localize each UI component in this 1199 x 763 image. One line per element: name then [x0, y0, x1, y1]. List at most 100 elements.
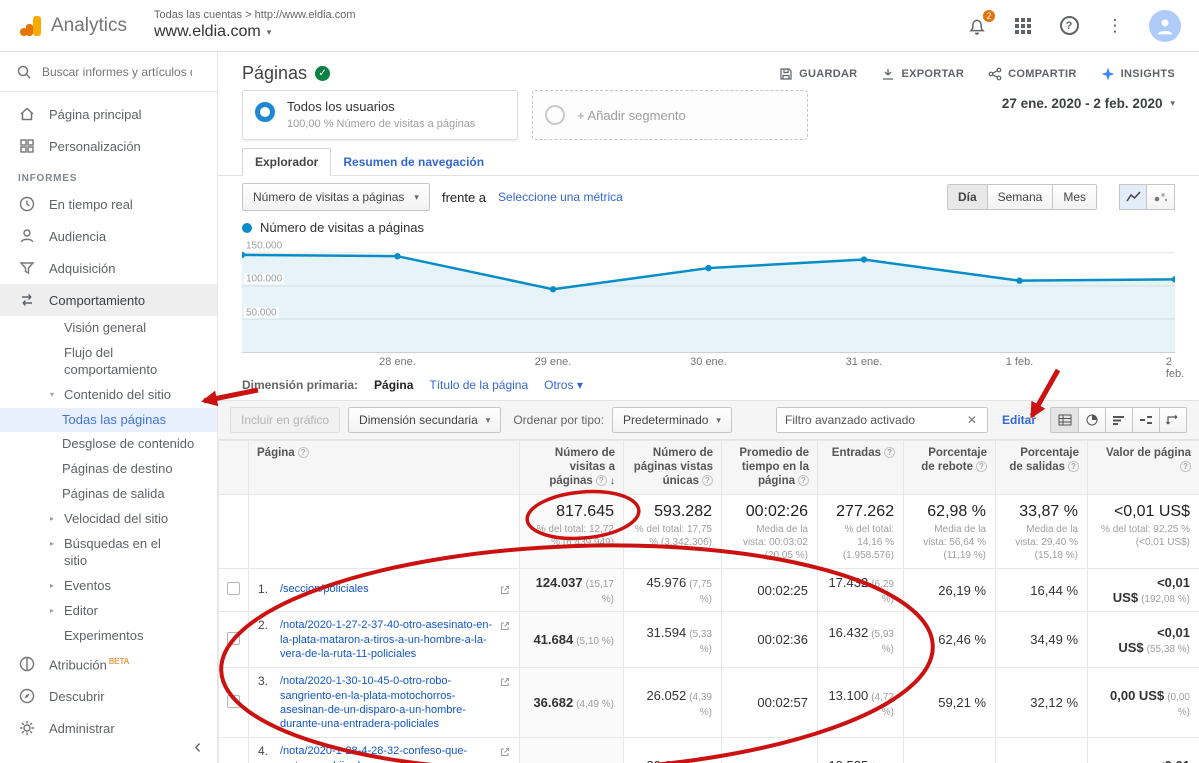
- granularity-week[interactable]: Semana: [988, 184, 1054, 210]
- pageviews-pct: (5,10 %): [576, 636, 614, 647]
- sidebar-item-publisher[interactable]: ▸Editor: [0, 599, 217, 624]
- select-metric-link[interactable]: Seleccione una métrica: [498, 190, 623, 204]
- secondary-dimension-dropdown[interactable]: Dimensión secundaria ▾: [348, 407, 501, 433]
- sidebar-item-label: Personalización: [49, 139, 141, 154]
- sidebar-item-site-search[interactable]: ▸Búsquedas en el sitio: [0, 532, 217, 574]
- sidebar-item-behavior[interactable]: Comportamiento: [0, 284, 217, 316]
- advanced-filter-box[interactable]: Filtro avanzado activado ✕: [776, 407, 988, 433]
- line-chart-button[interactable]: [1119, 184, 1147, 210]
- export-button[interactable]: EXPORTAR: [881, 67, 964, 81]
- external-link-icon[interactable]: [500, 583, 510, 598]
- breadcrumb[interactable]: Todas las cuentas > http://www.eldia.com: [154, 8, 356, 22]
- help-icon: ?: [798, 475, 809, 486]
- segment-all-users[interactable]: Todos los usuarios 100,00 % Número de vi…: [242, 90, 518, 140]
- sidebar-collapse-button[interactable]: ‹: [194, 736, 201, 759]
- sidebar-item-exit-pages[interactable]: Páginas de salida: [0, 482, 217, 507]
- metric-dropdown[interactable]: Número de visitas a páginas ▾: [242, 183, 430, 211]
- sort-type-dropdown[interactable]: Predeterminado ▾: [612, 407, 732, 433]
- breadcrumb-accounts[interactable]: Todas las cuentas: [154, 9, 242, 21]
- table-row[interactable]: 3. /nota/2020-1-30-10-45-0-otro-robo-san…: [219, 668, 1199, 738]
- sidebar-item-behavior-flow[interactable]: Flujo del comportamiento: [0, 341, 217, 383]
- row-checkbox[interactable]: [227, 632, 240, 645]
- insights-button[interactable]: INSIGHTS: [1101, 67, 1175, 81]
- view-percentage-button[interactable]: [1078, 408, 1105, 432]
- traffic-line-chart[interactable]: 50.000100.000150.000: [242, 243, 1175, 353]
- dimension-other[interactable]: Otros ▾: [544, 378, 583, 392]
- chevron-collapsed-icon: ▸: [50, 514, 59, 528]
- external-link-icon[interactable]: [500, 675, 510, 690]
- property-selector[interactable]: www.eldia.com ▾: [154, 22, 356, 43]
- apps-grid-button[interactable]: [1011, 14, 1035, 38]
- add-segment-button[interactable]: + Añadir segmento: [532, 90, 808, 140]
- account-block: Todas las cuentas > http://www.eldia.com…: [154, 8, 356, 43]
- column-header-page[interactable]: Página?: [249, 441, 520, 495]
- help-button[interactable]: ?: [1057, 14, 1081, 38]
- table-row[interactable]: 2. /nota/2020-1-27-2-37-40-otro-asesinat…: [219, 612, 1199, 668]
- view-pivot-button[interactable]: [1159, 408, 1186, 432]
- spacer: [50, 323, 59, 337]
- column-header-pageviews[interactable]: Número de visitas a páginas? ↓: [520, 441, 624, 495]
- tab-explorer[interactable]: Explorador: [242, 148, 331, 176]
- notifications-button[interactable]: 2: [965, 14, 989, 38]
- row-checkbox[interactable]: [227, 582, 240, 595]
- column-header-page-value[interactable]: Valor de página?: [1088, 441, 1199, 495]
- table-row[interactable]: 4. /nota/2020-1-28-4-28-32-confeso-que-m…: [219, 738, 1199, 763]
- pivot-view-icon: [1166, 414, 1180, 426]
- breadcrumb-property-url[interactable]: http://www.eldia.com: [255, 9, 356, 21]
- sidebar-item-admin[interactable]: Administrar: [0, 712, 217, 744]
- sidebar-search[interactable]: [0, 52, 217, 92]
- sidebar-item-site-content[interactable]: ▾Contenido del sitio: [0, 383, 217, 408]
- column-header-avg-time[interactable]: Promedio de tiempo en la página?: [722, 441, 818, 495]
- column-header-entrances[interactable]: Entradas?: [818, 441, 904, 495]
- sidebar-item-all-pages[interactable]: Todas las páginas: [0, 408, 217, 433]
- edit-filter-link[interactable]: Editar: [1002, 413, 1036, 427]
- tab-navigation-summary[interactable]: Resumen de navegación: [331, 149, 496, 175]
- row-checkbox[interactable]: [227, 695, 240, 708]
- clear-filter-icon[interactable]: ✕: [965, 413, 979, 427]
- segment-subtitle: 100,00 % Número de visitas a páginas: [287, 118, 475, 130]
- sidebar-item-behavior-overview[interactable]: Visión general: [0, 316, 217, 341]
- sidebar-item-landing-pages[interactable]: Páginas de destino: [0, 457, 217, 482]
- dimension-page[interactable]: Página: [374, 378, 413, 392]
- sidebar-item-attribution[interactable]: AtribuciónBETA: [0, 648, 217, 680]
- page-link[interactable]: /seccion/policiales: [280, 582, 494, 596]
- column-header-bounce-rate[interactable]: Porcentaje de rebote?: [904, 441, 996, 495]
- search-input[interactable]: [42, 65, 192, 79]
- page-link[interactable]: /nota/2020-1-28-4-28-32-confeso-que-mato…: [280, 744, 494, 763]
- sort-desc-icon[interactable]: ↓: [610, 476, 615, 487]
- view-performance-button[interactable]: [1105, 408, 1132, 432]
- plot-rows-button[interactable]: Incluir en gráfico: [230, 407, 340, 433]
- external-link-icon[interactable]: [500, 619, 510, 634]
- sidebar-item-content-drilldown[interactable]: Desglose de contenido: [0, 432, 217, 457]
- pageviews-value: 41.684: [533, 632, 573, 647]
- page-link[interactable]: /nota/2020-1-30-10-45-0-otro-robo-sangri…: [280, 674, 494, 731]
- more-options-button[interactable]: ⋮: [1103, 14, 1127, 38]
- table-row[interactable]: 1. /seccion/policiales 124.037(15,17 %) …: [219, 569, 1199, 612]
- save-button[interactable]: GUARDAR: [779, 67, 857, 81]
- sidebar-item-acquisition[interactable]: Adquisición: [0, 252, 217, 284]
- page-link[interactable]: /nota/2020-1-27-2-37-40-otro-asesinato-e…: [280, 618, 494, 661]
- dimension-page-title[interactable]: Título de la página: [429, 378, 528, 392]
- view-comparison-button[interactable]: [1132, 408, 1159, 432]
- sidebar-item-customization[interactable]: Personalización: [0, 130, 217, 162]
- sidebar-item-experiments[interactable]: Experimentos: [0, 624, 217, 649]
- granularity-day[interactable]: Día: [947, 184, 988, 210]
- sidebar-item-site-speed[interactable]: ▸Velocidad del sitio: [0, 507, 217, 532]
- granularity-month[interactable]: Mes: [1053, 184, 1097, 210]
- user-avatar[interactable]: [1149, 10, 1181, 42]
- sidebar-item-events[interactable]: ▸Eventos: [0, 574, 217, 599]
- share-button[interactable]: COMPARTIR: [988, 67, 1077, 81]
- view-table-button[interactable]: [1051, 408, 1078, 432]
- column-header-unique-pageviews[interactable]: Número de páginas vistas únicas?: [624, 441, 722, 495]
- select-all-header[interactable]: [219, 441, 249, 495]
- sidebar-item-audience[interactable]: Audiencia: [0, 220, 217, 252]
- sidebar-item-home[interactable]: Página principal: [0, 98, 217, 130]
- column-header-exit-rate[interactable]: Porcentaje de salidas?: [996, 441, 1088, 495]
- external-link-icon[interactable]: [500, 745, 510, 760]
- analytics-logo[interactable]: Analytics: [18, 13, 142, 39]
- summary-exit-rate: 33,87 %Media de la vista: 29,40 % (15,18…: [996, 495, 1088, 569]
- sidebar-item-discover[interactable]: Descubrir: [0, 680, 217, 712]
- motion-chart-button[interactable]: [1147, 184, 1175, 210]
- date-range-picker[interactable]: 27 ene. 2020 - 2 feb. 2020 ▾: [1002, 90, 1175, 111]
- sidebar-item-realtime[interactable]: En tiempo real: [0, 188, 217, 220]
